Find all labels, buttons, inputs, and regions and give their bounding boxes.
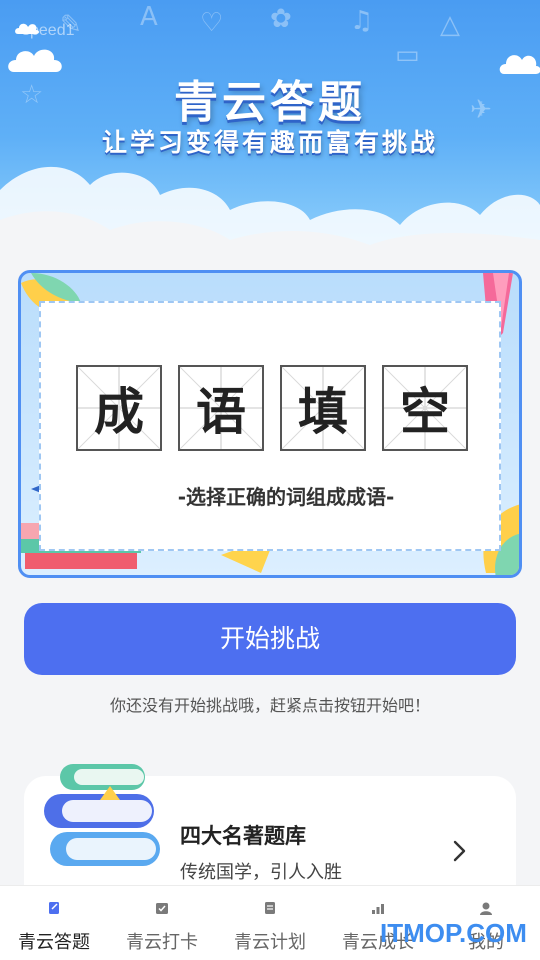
books-stack-icon bbox=[44, 764, 160, 866]
doodle-icon: △ bbox=[440, 10, 460, 40]
idiom-char: 填 bbox=[298, 383, 348, 441]
cloud-small-icon bbox=[15, 23, 39, 34]
doodle-icon: ♡ bbox=[200, 8, 224, 38]
chevron-right-icon[interactable] bbox=[452, 840, 468, 862]
growth-icon bbox=[372, 904, 384, 914]
idiom-char-box: 空 bbox=[382, 365, 468, 451]
profile-icon bbox=[480, 902, 492, 915]
banner-caption: -选择正确的词组成成语- bbox=[177, 485, 395, 509]
start-challenge-button[interactable]: 开始挑战 bbox=[24, 603, 516, 675]
watermark-logo: ITMOP.COM bbox=[380, 918, 527, 948]
header-banner: ✎ A ♡ ✿ ♫ △ ☆ ✈ ▭ speed1 青云答题 让学习变得有趣而富有… bbox=[0, 0, 540, 250]
doodle-icon: ✿ bbox=[270, 4, 292, 34]
idiom-char: 语 bbox=[196, 383, 246, 441]
nav-label: 青云打卡 bbox=[126, 932, 198, 953]
hint-text: 你还没有开始挑战哦，赶紧点击按钮开始吧！ bbox=[109, 696, 430, 715]
nav-label: 青云计划 bbox=[234, 932, 306, 953]
idiom-game-banner[interactable]: 成 语 填 空 -选择正确的词组成成语- bbox=[18, 270, 522, 578]
idiom-char-box: 成 bbox=[76, 365, 162, 451]
nav-label: 青云答题 bbox=[18, 932, 90, 953]
nav-item-plan[interactable]: 青云计划 bbox=[216, 886, 324, 960]
quiz-icon bbox=[49, 902, 59, 914]
plan-icon bbox=[265, 902, 275, 914]
nav-item-quiz[interactable]: 青云答题 bbox=[0, 886, 108, 960]
idiom-row: 成 语 填 空 bbox=[76, 365, 476, 455]
idiom-char-box: 填 bbox=[280, 365, 366, 451]
app-title: 青云答题 bbox=[174, 77, 366, 128]
card-subtitle: 传统国学，引人入胜 bbox=[180, 862, 342, 883]
clouds-decoration bbox=[0, 166, 540, 250]
card-title: 四大名著题库 bbox=[180, 824, 306, 848]
nav-item-checkin[interactable]: 青云打卡 bbox=[108, 886, 216, 960]
cloud-left-icon bbox=[8, 49, 62, 72]
cloud-right-icon bbox=[499, 55, 540, 74]
idiom-char-box: 语 bbox=[178, 365, 264, 451]
doodle-icon: A bbox=[140, 2, 158, 32]
checkin-icon bbox=[156, 903, 168, 914]
idiom-char: 成 bbox=[94, 383, 144, 441]
idiom-char: 空 bbox=[400, 383, 450, 441]
doodle-icon: ♫ bbox=[350, 6, 374, 36]
